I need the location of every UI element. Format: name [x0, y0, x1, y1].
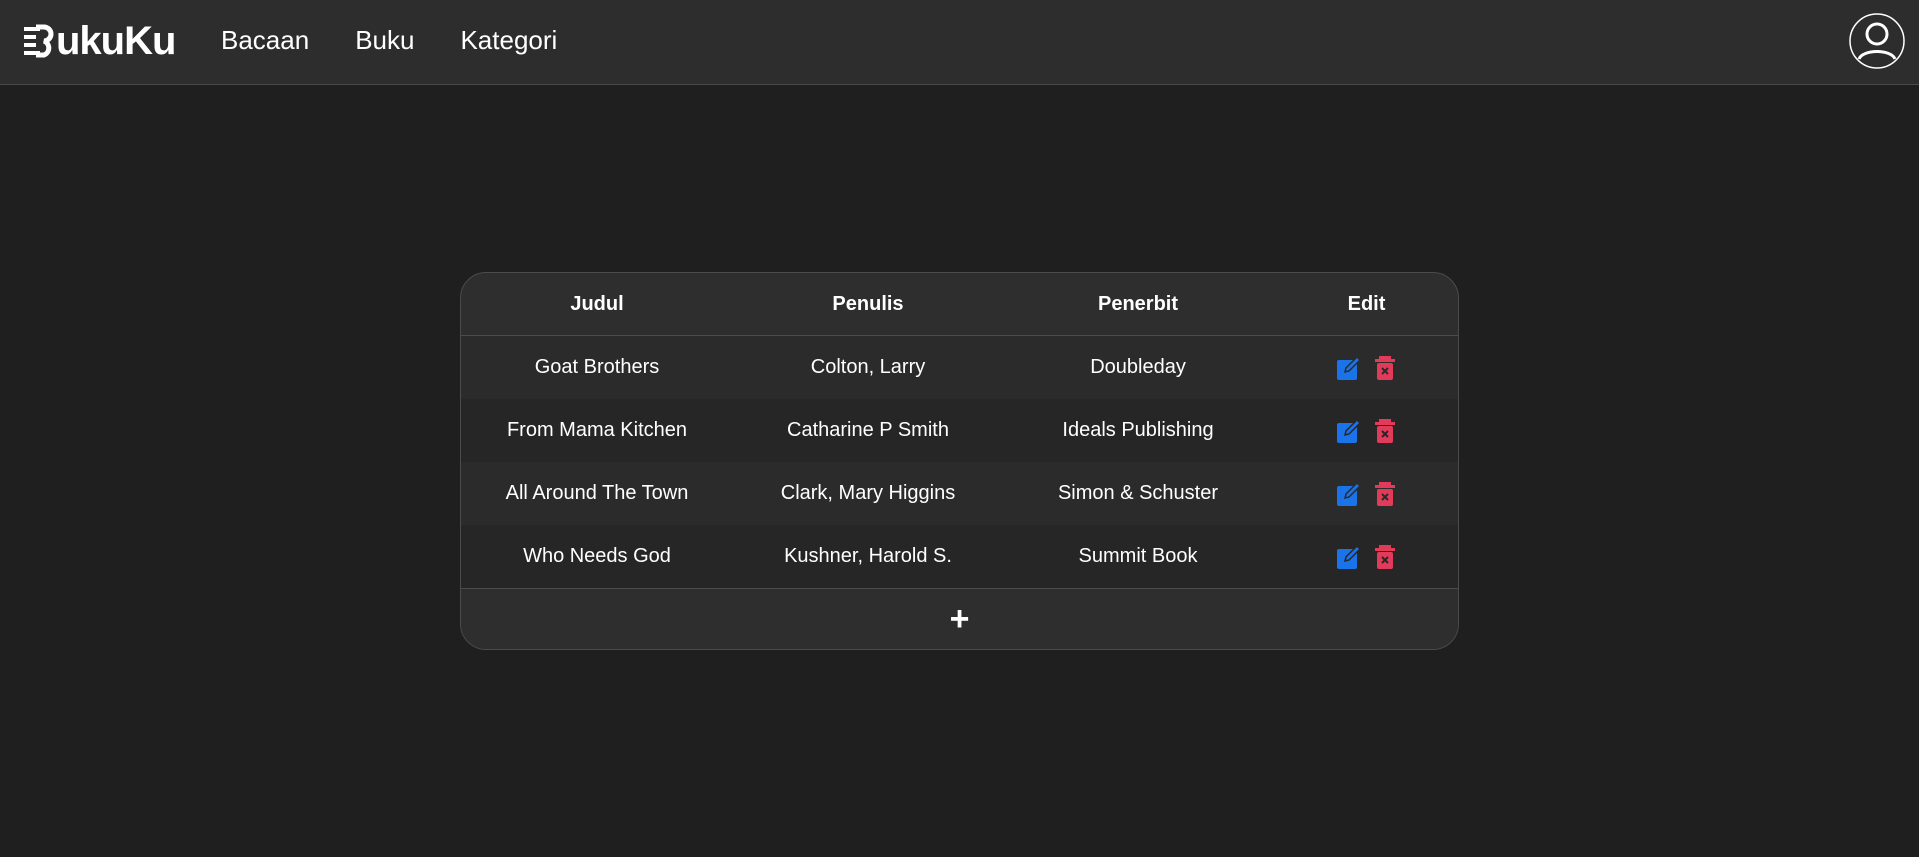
nav-buku[interactable]: Buku: [355, 20, 414, 60]
edit-icon[interactable]: [1336, 481, 1362, 507]
top-navbar: ukuKu Bacaan Buku Kategori: [0, 0, 1919, 85]
cell-judul: Who Needs God: [523, 545, 671, 567]
brand-name: ukuKu: [56, 19, 176, 63]
header-penerbit: Penerbit: [1003, 273, 1273, 336]
cell-penerbit: Ideals Publishing: [1062, 419, 1214, 441]
cell-actions: [1273, 525, 1458, 588]
nav-kategori[interactable]: Kategori: [460, 20, 557, 60]
books-table-card: Judul Penulis Penerbit Edit Goat Brother…: [460, 272, 1459, 650]
table-row: Goat Brothers Colton, Larry Doubleday: [461, 335, 1458, 400]
nav-bacaan[interactable]: Bacaan: [221, 20, 309, 60]
add-book-button[interactable]: +: [950, 602, 970, 636]
logo-b-icon: [24, 24, 54, 58]
trash-icon[interactable]: [1372, 481, 1398, 507]
cell-judul: All Around The Town: [505, 482, 689, 504]
trash-icon[interactable]: [1372, 355, 1398, 381]
header-penulis: Penulis: [733, 273, 1003, 336]
trash-icon[interactable]: [1372, 544, 1398, 570]
table-row: Who Needs God Kushner, Harold S. Summit …: [461, 525, 1458, 588]
edit-icon[interactable]: [1336, 418, 1362, 444]
cell-actions: [1273, 462, 1458, 525]
edit-icon[interactable]: [1336, 544, 1362, 570]
user-avatar-icon[interactable]: [1849, 13, 1905, 69]
cell-penerbit: Summit Book: [1078, 545, 1198, 567]
trash-icon[interactable]: [1372, 418, 1398, 444]
cell-judul: Goat Brothers: [534, 356, 660, 378]
edit-icon[interactable]: [1336, 355, 1362, 381]
cell-penerbit: Doubleday: [1090, 356, 1186, 378]
header-judul: Judul: [461, 273, 733, 336]
table-header-row: Judul Penulis Penerbit Edit: [461, 273, 1458, 336]
cell-penerbit: Simon & Schuster: [1057, 482, 1219, 504]
books-table: Judul Penulis Penerbit Edit Goat Brother…: [461, 273, 1458, 588]
table-row: All Around The Town Clark, Mary Higgins …: [461, 462, 1458, 525]
cell-penulis: Catharine P Smith: [787, 419, 949, 441]
brand-logo[interactable]: ukuKu: [24, 18, 176, 64]
cell-penulis: Clark, Mary Higgins: [780, 482, 956, 504]
header-edit: Edit: [1273, 273, 1458, 336]
cell-actions: [1273, 399, 1458, 462]
add-row: +: [461, 588, 1458, 649]
table-row: From Mama Kitchen Catharine P Smith Idea…: [461, 399, 1458, 462]
cell-judul: From Mama Kitchen: [506, 419, 688, 441]
cell-penulis: Colton, Larry: [810, 356, 926, 378]
cell-penulis: Kushner, Harold S.: [784, 545, 952, 567]
cell-actions: [1273, 336, 1458, 400]
main-nav: Bacaan Buku Kategori: [221, 20, 557, 60]
